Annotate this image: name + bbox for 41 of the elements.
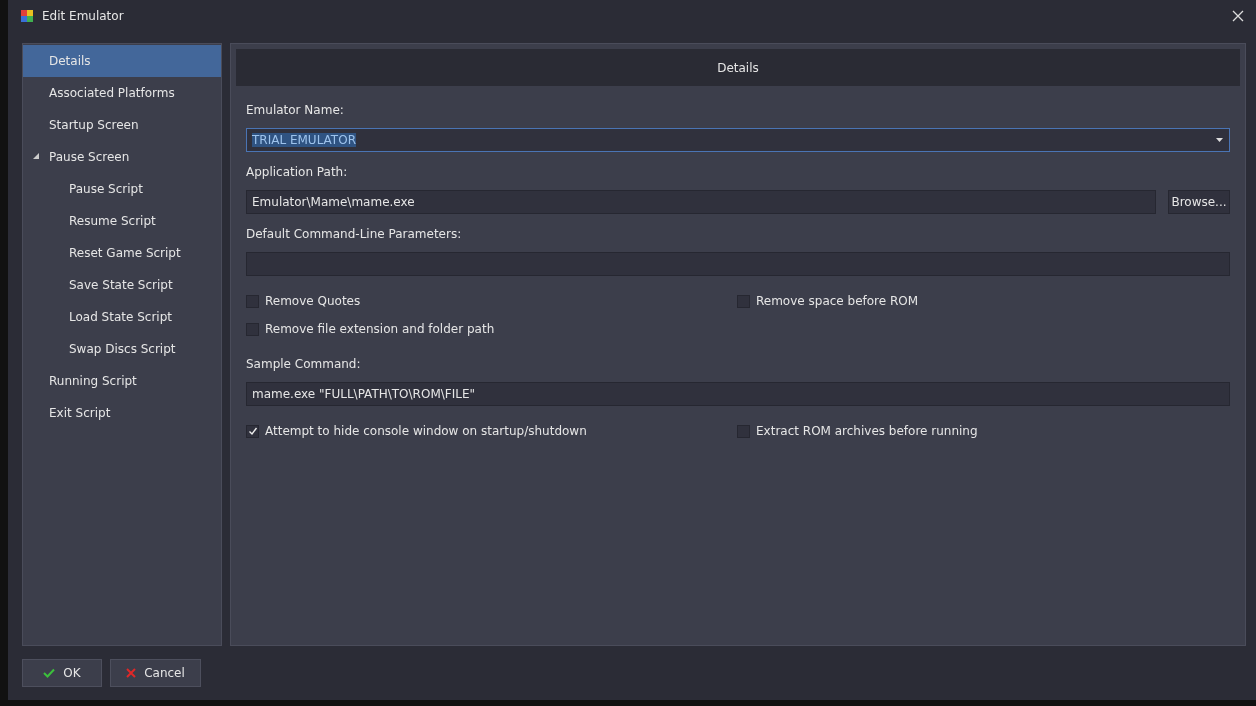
sidebar-item[interactable]: Save State Script xyxy=(23,269,221,301)
sample-command-field[interactable]: mame.exe "FULL\PATH\TO\ROM\FILE" xyxy=(246,382,1230,406)
checkmark-icon xyxy=(43,668,56,678)
checkbox[interactable] xyxy=(737,294,750,308)
checkbox-option[interactable]: Remove file extension and folder path xyxy=(246,322,737,336)
field-label: Sample Command: xyxy=(246,356,362,373)
ok-button[interactable]: OK xyxy=(22,659,102,687)
sidebar-item[interactable]: Startup Screen xyxy=(23,109,221,141)
sidebar-item[interactable]: Resume Script xyxy=(23,205,221,237)
checkbox[interactable] xyxy=(246,424,259,438)
field-label: Application Path: xyxy=(246,164,349,181)
field-label: Emulator Name: xyxy=(246,102,345,119)
cube-logo-icon xyxy=(20,9,34,23)
checkbox[interactable] xyxy=(246,322,259,336)
checkbox[interactable] xyxy=(737,424,750,438)
sidebar-item[interactable]: Exit Script xyxy=(23,397,221,429)
panel-header: Details xyxy=(236,49,1240,86)
sidebar-item[interactable]: Swap Discs Script xyxy=(23,333,221,365)
sidebar-item[interactable]: Reset Game Script xyxy=(23,237,221,269)
dropdown-caret-icon[interactable] xyxy=(1216,138,1223,142)
close-icon[interactable] xyxy=(1232,10,1244,22)
checkbox-option[interactable]: Remove Quotes xyxy=(246,294,737,308)
sidebar-item[interactable]: Load State Script xyxy=(23,301,221,333)
field-label: Default Command-Line Parameters: xyxy=(246,226,463,243)
sidebar-item[interactable]: Pause Screen xyxy=(23,141,221,173)
sidebar-item[interactable]: Pause Script xyxy=(23,173,221,205)
sidebar-item[interactable]: Associated Platforms xyxy=(23,77,221,109)
checkbox[interactable] xyxy=(246,294,259,308)
window-title: Edit Emulator xyxy=(42,9,125,23)
sidebar-item[interactable]: Details xyxy=(23,45,221,77)
parameters-field[interactable] xyxy=(246,252,1230,276)
browse-button[interactable]: Browse... xyxy=(1168,190,1230,214)
emulator-name-combobox[interactable]: TRIAL EMULATOR xyxy=(246,128,1230,152)
expand-triangle-icon[interactable] xyxy=(33,153,39,159)
checkbox-option[interactable]: Remove space before ROM xyxy=(737,294,1230,308)
cross-icon xyxy=(126,668,137,678)
checkbox-option[interactable]: Attempt to hide console window on startup/shutdown xyxy=(246,424,737,438)
checkbox-option[interactable]: Extract ROM archives before running xyxy=(737,424,1230,438)
sidebar-item[interactable]: Running Script xyxy=(23,365,221,397)
application-path-field[interactable]: Emulator\Mame\mame.exe xyxy=(246,190,1156,214)
cancel-button[interactable]: Cancel xyxy=(110,659,201,687)
